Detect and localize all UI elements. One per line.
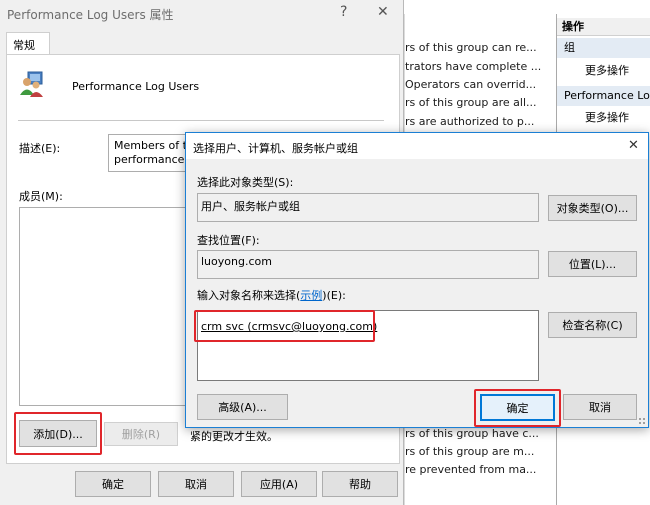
dialog-title: 选择用户、计算机、服务帐户或组	[193, 142, 358, 155]
note-text: 紧的更改才生效。	[190, 430, 278, 443]
tab-general[interactable]: 常规	[6, 32, 50, 55]
users-group-icon	[18, 70, 46, 98]
highlight-names-field	[194, 310, 375, 342]
close-icon[interactable]: ✕	[377, 4, 389, 20]
highlight-ok-button	[474, 389, 561, 427]
list-item[interactable]: rs of this group can re...	[405, 41, 555, 54]
cancel-button[interactable]: 取消	[158, 471, 234, 497]
actions-header: 操作	[557, 18, 650, 36]
group-name: Performance Log Users	[72, 80, 200, 93]
description-line: Members of th	[114, 139, 194, 152]
location-field: luoyong.com	[197, 250, 539, 279]
actions-section-performance-log[interactable]: Performance Log	[557, 86, 650, 106]
object-type-label: 选择此对象类型(S):	[197, 176, 294, 189]
object-type-field: 用户、服务帐户或组	[197, 193, 539, 222]
description-label: 描述(E):	[19, 142, 61, 155]
members-label: 成员(M):	[19, 190, 63, 203]
resize-grip[interactable]	[638, 417, 646, 425]
divider	[18, 120, 384, 121]
list-item[interactable]: trators have complete ...	[405, 60, 555, 73]
object-names-label: 输入对象名称来选择(示例)(E):	[197, 287, 346, 303]
description-line: performance c	[114, 153, 194, 166]
list-item[interactable]: re prevented from ma...	[405, 463, 555, 476]
list-item[interactable]: rs of this group are all...	[405, 96, 555, 109]
select-users-dialog: 选择用户、计算机、服务帐户或组 ✕ 选择此对象类型(S): 用户、服务帐户或组 …	[185, 132, 649, 428]
highlight-add-button	[14, 412, 102, 455]
object-types-button[interactable]: 对象类型(O)...	[548, 195, 637, 221]
close-icon[interactable]: ✕	[628, 138, 639, 153]
more-actions-link[interactable]: 更多操作	[585, 109, 629, 125]
ok-button[interactable]: 确定	[75, 471, 151, 497]
list-item[interactable]: rs are authorized to p...	[405, 115, 555, 128]
help-icon[interactable]: ?	[340, 4, 347, 20]
dialog-title: Performance Log Users 属性	[7, 8, 174, 22]
help-button[interactable]: 帮助	[322, 471, 398, 497]
apply-button[interactable]: 应用(A)	[241, 471, 317, 497]
locations-button[interactable]: 位置(L)...	[548, 251, 637, 277]
cancel-button[interactable]: 取消	[563, 394, 637, 420]
list-item[interactable]: Operators can overrid...	[405, 78, 555, 91]
remove-button: 删除(R)	[104, 422, 178, 446]
label-text: 输入对象名称来选择(	[197, 289, 301, 302]
actions-section-group[interactable]: 组	[557, 38, 650, 58]
label-text: )(E):	[322, 289, 346, 302]
location-label: 查找位置(F):	[197, 234, 260, 247]
more-actions-link[interactable]: 更多操作	[585, 62, 629, 78]
examples-link[interactable]: 示例	[300, 289, 322, 302]
list-item[interactable]: rs of this group are m...	[405, 445, 555, 458]
check-names-button[interactable]: 检查名称(C)	[548, 312, 637, 338]
advanced-button[interactable]: 高级(A)...	[197, 394, 288, 420]
members-list[interactable]	[19, 207, 189, 406]
dialog-titlebar: 选择用户、计算机、服务帐户或组 ✕	[186, 133, 648, 159]
list-item[interactable]: rs of this group have c...	[405, 427, 555, 440]
